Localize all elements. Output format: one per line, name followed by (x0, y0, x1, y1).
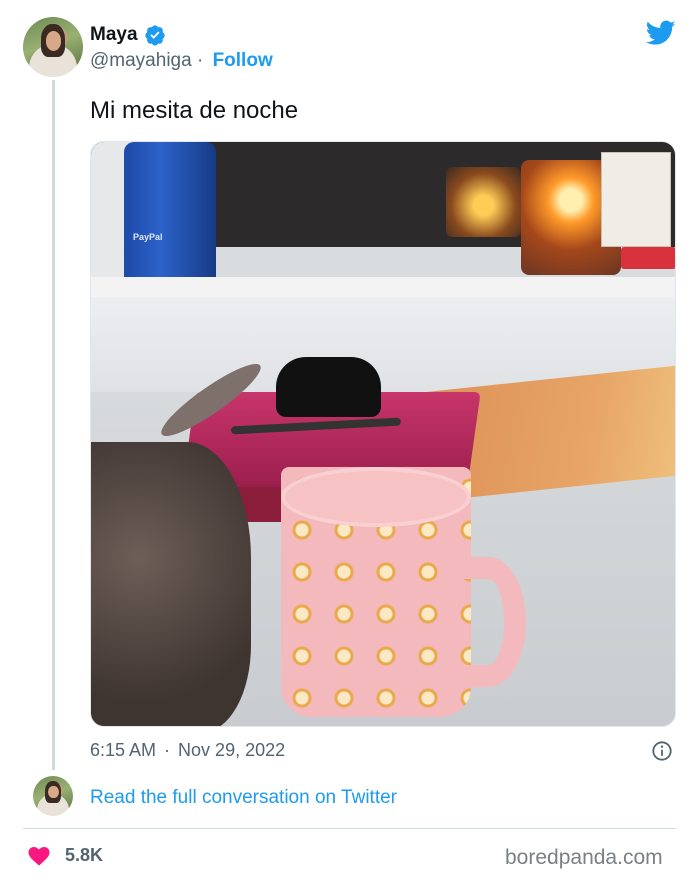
like-button[interactable]: 5.8K (27, 844, 103, 866)
read-conversation-link[interactable]: Read the full conversation on Twitter (90, 787, 397, 809)
timestamp-separator: · (164, 740, 171, 760)
tweet-date: Nov 29, 2022 (178, 740, 286, 760)
bottle-label: PayPal (133, 232, 163, 242)
twitter-bird-icon[interactable] (646, 20, 676, 46)
author-handle[interactable]: @mayahiga (90, 50, 192, 71)
separator-dot: · (196, 50, 204, 71)
boredpanda-watermark: boredpanda.com (505, 846, 663, 869)
info-icon[interactable] (651, 740, 673, 762)
tweet-text: Mi mesita de noche (90, 97, 299, 124)
verified-badge-icon (144, 25, 165, 46)
author-display-name[interactable]: Maya (90, 24, 138, 46)
tweet-photo[interactable]: PayPal (90, 141, 676, 727)
tweet-card: Maya @mayahiga · Follow Mi mesita de noc… (0, 0, 700, 881)
divider (23, 828, 676, 829)
follow-button[interactable]: Follow (213, 50, 273, 71)
tweet-time: 6:15 AM (90, 740, 157, 760)
thread-line (52, 80, 55, 770)
author-avatar[interactable] (23, 17, 83, 77)
author-name-row: Maya (90, 24, 166, 46)
tweet-timestamp[interactable]: 6:15 AM · Nov 29, 2022 (90, 740, 285, 761)
heart-icon (28, 847, 50, 866)
reply-avatar[interactable] (33, 776, 73, 816)
author-handle-row: @mayahiga · Follow (90, 50, 273, 72)
like-count: 5.8K (65, 844, 104, 865)
